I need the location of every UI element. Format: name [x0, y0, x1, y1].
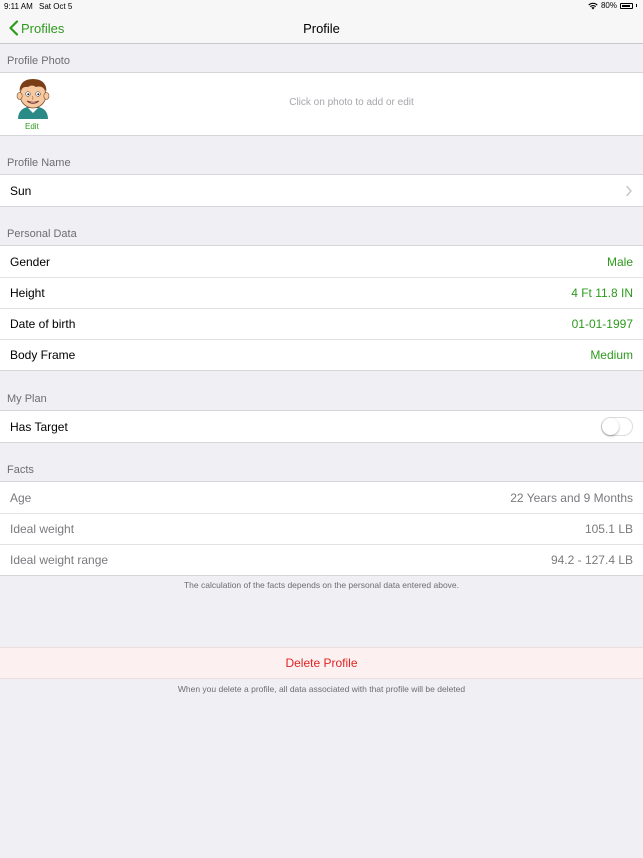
section-header-my-plan: My Plan: [7, 393, 47, 405]
section-header-profile-name: Profile Name: [7, 157, 71, 169]
has-target-label: Has Target: [10, 419, 68, 434]
ideal-weight-range-value: 94.2 - 127.4 LB: [550, 553, 633, 567]
profile-name-value: Sun: [10, 183, 32, 198]
section-header-profile-photo: Profile Photo: [7, 55, 70, 67]
height-label: Height: [10, 286, 45, 300]
gender-label: Gender: [10, 254, 51, 269]
ideal-weight-range-row: Ideal weight range 94.2 - 127.4 LB: [0, 544, 643, 575]
ideal-weight-row: Ideal weight 105.1 LB: [0, 513, 643, 544]
body-frame-row[interactable]: Body Frame Medium: [0, 339, 643, 370]
body-frame-value: Medium: [590, 348, 633, 362]
navigation-bar: Profiles Profile: [0, 13, 643, 44]
profile-photo-row[interactable]: Edit Click on photo to add or edit: [0, 73, 643, 135]
has-target-row: Has Target: [0, 411, 643, 442]
delete-footnote: When you delete a profile, all data asso…: [177, 684, 466, 694]
height-row[interactable]: Height 4 Ft 11.8 IN: [0, 277, 643, 308]
age-value: 22 Years and 9 Months: [510, 490, 633, 505]
photo-hint: Click on photo to add or edit: [289, 97, 414, 108]
battery-percent: 80%: [600, 1, 617, 10]
gender-row[interactable]: Gender Male: [0, 246, 643, 277]
date-of-birth-label: Date of birth: [10, 317, 76, 331]
status-right: 80%: [588, 1, 637, 10]
status-bar: 9:11 AM Sat Oct 5 80%: [0, 0, 643, 13]
status-date: Sat Oct 5: [39, 2, 73, 11]
profile-name-row[interactable]: Sun: [0, 175, 643, 206]
toggle-knob: [602, 418, 619, 435]
battery-icon: [620, 2, 633, 9]
section-header-facts: Facts: [7, 464, 34, 476]
height-value: 4 Ft 11.8 IN: [571, 286, 633, 300]
has-target-toggle[interactable]: [601, 417, 633, 436]
wifi-icon: [588, 2, 598, 9]
ideal-weight-value: 105.1 LB: [584, 522, 633, 536]
date-of-birth-value: 01-01-1997: [571, 317, 633, 331]
age-label: Age: [10, 490, 32, 505]
edit-photo-label[interactable]: Edit: [25, 122, 39, 131]
battery-tip: [636, 4, 637, 7]
gender-value: Male: [606, 254, 633, 269]
profile-name-group: Sun: [0, 174, 643, 207]
ideal-weight-range-label: Ideal weight range: [10, 553, 109, 567]
personal-data-group: Gender Male Height 4 Ft 11.8 IN Date of …: [0, 245, 643, 371]
facts-group: Age 22 Years and 9 Months Ideal weight 1…: [0, 481, 643, 576]
ideal-weight-label: Ideal weight: [10, 522, 75, 536]
section-header-personal-data: Personal Data: [7, 228, 77, 240]
delete-profile-button[interactable]: Delete Profile: [0, 647, 643, 679]
status-time: 9:11 AM: [4, 2, 33, 11]
my-plan-group: Has Target: [0, 410, 643, 443]
date-of-birth-row[interactable]: Date of birth 01-01-1997: [0, 308, 643, 339]
body-frame-label: Body Frame: [10, 348, 76, 362]
age-row: Age 22 Years and 9 Months: [0, 482, 643, 513]
profile-photo-group: Edit Click on photo to add or edit: [0, 72, 643, 136]
page-title: Profile: [303, 21, 340, 36]
facts-footnote: The calculation of the facts depends on …: [183, 580, 460, 590]
chevron-right-icon: [626, 185, 632, 196]
